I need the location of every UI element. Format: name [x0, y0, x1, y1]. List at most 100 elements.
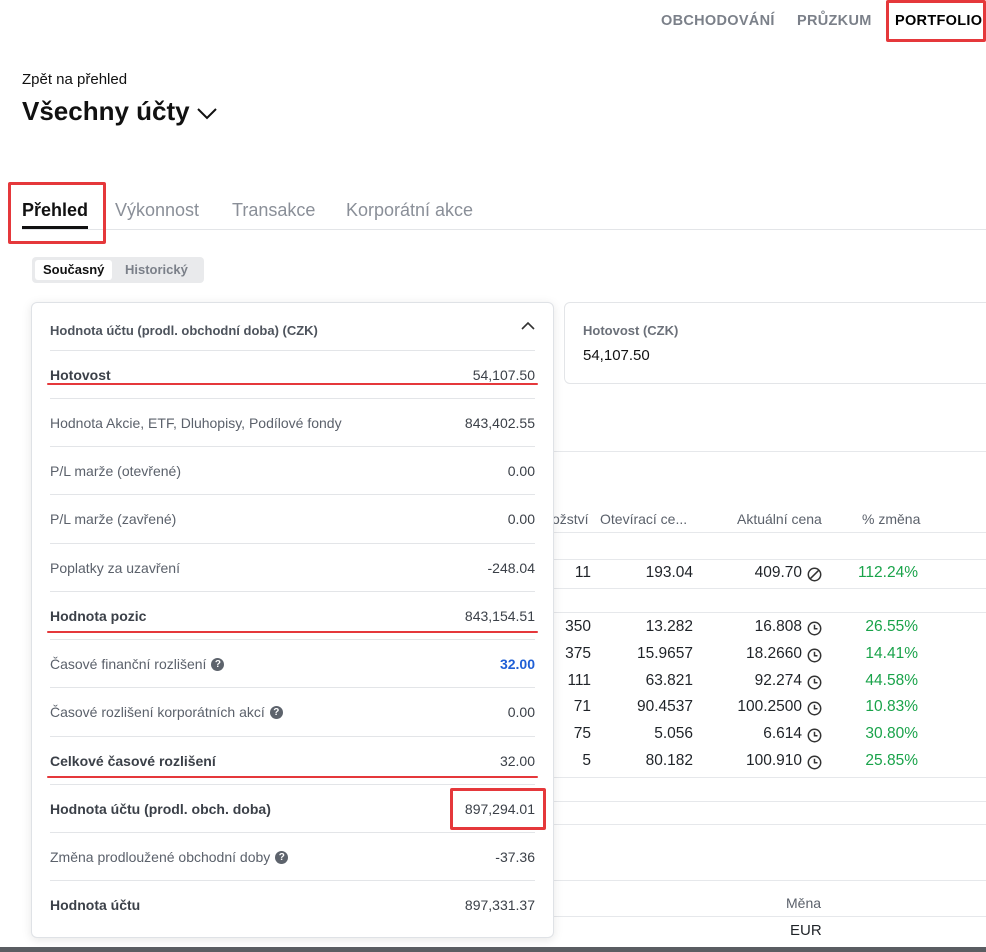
cell-quantity: 5 — [582, 752, 591, 769]
row-label: Změna prodloužené obchodní doby — [50, 849, 271, 865]
cell-open-price: 13.282 — [645, 618, 693, 635]
row-label: P/L marže (otevřené) — [50, 463, 181, 479]
row-value: 843,154.51 — [464, 608, 535, 624]
cell-quantity: 71 — [573, 698, 591, 715]
cell-current-price: 18.2660 — [745, 645, 802, 662]
divider — [552, 777, 986, 778]
tab-transactions[interactable]: Transakce — [232, 200, 315, 221]
cell-current-price: 409.70 — [754, 564, 802, 581]
row-closing-fees: Poplatky za uzavření -248.04 — [50, 543, 535, 592]
cash-card-label: Hotovost (CZK) — [583, 323, 679, 338]
cell-current-price: 100.910 — [745, 752, 802, 769]
cash-card-value: 54,107.50 — [583, 347, 650, 364]
row-corporate-accrual: Časové rozlišení korporátních akcí ? 0.0… — [50, 687, 535, 736]
row-value: 0.00 — [507, 511, 535, 527]
cell-quantity: 75 — [573, 725, 591, 742]
cell-open-price: 5.056 — [654, 725, 693, 742]
cell-open-price: 15.9657 — [636, 645, 693, 662]
cell-change: 26.55% — [865, 618, 918, 635]
divider — [552, 880, 986, 881]
cell-quantity: 111 — [567, 672, 591, 689]
nav-trading[interactable]: OBCHODOVÁNÍ — [661, 13, 775, 29]
cell-change: 25.85% — [865, 752, 918, 769]
clock-icon — [807, 648, 822, 663]
divider — [552, 801, 986, 802]
row-label-wrap: Časové rozlišení korporátních akcí ? — [50, 704, 283, 720]
currency-value: EUR — [790, 922, 822, 939]
divider — [552, 451, 986, 452]
row-value: 0.00 — [507, 704, 535, 720]
row-value: -37.36 — [495, 849, 535, 865]
divider — [552, 588, 986, 589]
tab-corporate-actions[interactable]: Korporátní akce — [346, 200, 473, 221]
help-icon[interactable]: ? — [211, 657, 225, 671]
row-value: 843,402.55 — [464, 415, 535, 431]
account-value-popover: Hodnota účtu (prodl. obchodní doba) (CZK… — [31, 302, 554, 938]
row-label: Celkové časové rozlišení — [50, 753, 216, 769]
cell-open-price: 80.182 — [645, 752, 693, 769]
row-extended-change: Změna prodloužené obchodní doby ? -37.36 — [50, 832, 535, 881]
nav-portfolio[interactable]: PORTFOLIO — [895, 13, 982, 29]
tabs-divider — [22, 229, 986, 230]
cell-open-price: 193.04 — [645, 564, 693, 581]
row-value: 897,331.37 — [464, 897, 535, 913]
cell-quantity: 375 — [565, 645, 591, 662]
toggle-current[interactable]: Současný — [35, 260, 113, 280]
row-label-wrap: Změna prodloužené obchodní doby ? — [50, 849, 289, 865]
row-total-accrual: Celkové časové rozlišení 32.00 — [50, 736, 535, 785]
cell-change: 112.24% — [857, 564, 918, 581]
help-icon[interactable]: ? — [275, 850, 289, 864]
clock-icon — [807, 701, 822, 716]
nav-research[interactable]: PRŮZKUM — [797, 13, 872, 29]
row-financial-accrual: Časové finanční rozlišení ? 32.00 — [50, 639, 535, 688]
row-label: Hodnota Akcie, ETF, Dluhopisy, Podílové … — [50, 415, 342, 431]
row-cash: Hotovost 54,107.50 — [50, 350, 535, 399]
divider — [552, 916, 986, 917]
row-label: Hotovost — [50, 367, 111, 383]
horizontal-scrollbar[interactable] — [0, 947, 986, 952]
row-label-wrap: Časové finanční rozlišení ? — [50, 656, 225, 672]
toggle-historic[interactable]: Historický — [125, 260, 188, 280]
cell-open-price: 90.4537 — [636, 698, 693, 715]
col-current-price-header[interactable]: Aktuální cena — [737, 511, 822, 527]
divider — [552, 824, 986, 825]
chevron-up-icon[interactable] — [521, 321, 535, 331]
cell-current-price: 6.614 — [763, 725, 802, 742]
row-value: 32.00 — [499, 753, 535, 769]
cell-change: 30.80% — [865, 725, 918, 742]
clock-icon — [807, 728, 822, 743]
page-title: Všechny účty — [22, 96, 190, 126]
cell-change: 14.41% — [865, 645, 918, 662]
account-selector[interactable]: Všechny účty — [22, 96, 218, 127]
cell-change: 10.83% — [865, 698, 918, 715]
tab-overview[interactable]: Přehled — [22, 200, 88, 221]
row-positions-value: Hodnota pozic 843,154.51 — [50, 591, 535, 640]
clock-icon — [807, 675, 822, 690]
row-pl-open: P/L marže (otevřené) 0.00 — [50, 446, 535, 495]
row-label: Hodnota účtu (prodl. obch. doba) — [50, 801, 271, 817]
row-value: 897,294.01 — [464, 801, 535, 817]
view-toggle: Současný Historický — [32, 257, 204, 283]
row-extended-account-value: Hodnota účtu (prodl. obch. doba) 897,294… — [50, 784, 535, 833]
col-change-header[interactable]: % změna — [862, 511, 920, 527]
row-value[interactable]: 32.00 — [500, 656, 535, 672]
row-securities-value: Hodnota Akcie, ETF, Dluhopisy, Podílové … — [50, 398, 535, 447]
help-icon[interactable]: ? — [269, 705, 283, 719]
row-value: 54,107.50 — [472, 367, 535, 383]
clock-icon — [807, 621, 822, 636]
col-open-price-header[interactable]: Otevírací ce... — [600, 511, 687, 527]
row-label: Hodnota účtu — [50, 897, 141, 913]
divider — [552, 559, 986, 560]
row-account-value: Hodnota účtu 897,331.37 — [50, 880, 535, 929]
row-label: Časové rozlišení korporátních akcí — [50, 704, 265, 720]
row-label: P/L marže (zavřené) — [50, 511, 177, 527]
blocked-icon — [807, 567, 822, 582]
divider — [552, 612, 986, 613]
back-link[interactable]: Zpět na přehled — [22, 71, 127, 88]
cell-current-price: 16.808 — [754, 618, 802, 635]
currency-header: Měna — [786, 895, 822, 911]
popover-title: Hodnota účtu (prodl. obchodní doba) (CZK… — [50, 323, 318, 338]
cell-current-price: 92.274 — [754, 672, 802, 689]
tab-performance[interactable]: Výkonnost — [115, 200, 199, 221]
col-quantity-header[interactable]: ožství — [552, 511, 589, 527]
